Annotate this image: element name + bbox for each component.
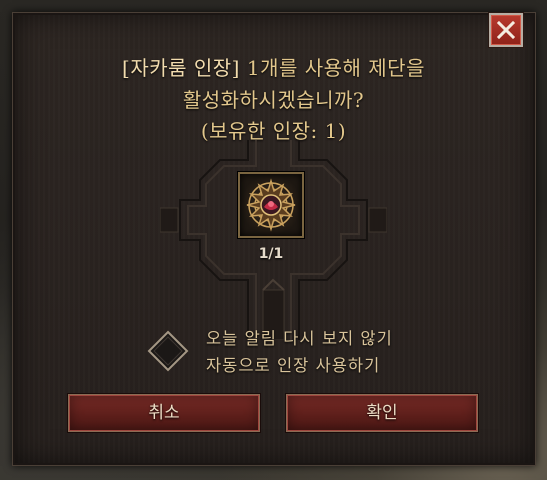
seal-item-name: [자카룸 인장]	[122, 56, 240, 80]
altar-emblem-ornament	[160, 140, 387, 340]
diamond-checkbox-icon	[147, 330, 189, 372]
prompt-line-1: [자카룸 인장] 1개를 사용해 제단을	[0, 52, 547, 81]
confirm-button[interactable]: 확인	[286, 394, 478, 432]
option-label-auto-use[interactable]: 자동으로 인장 사용하기	[206, 352, 380, 376]
prompt-rest: 1개를 사용해 제단을	[239, 56, 425, 80]
seal-count: 1/1	[258, 246, 284, 262]
zakarum-seal-slot[interactable]	[238, 172, 304, 238]
close-icon	[497, 21, 515, 39]
option-label-dont-show[interactable]: 오늘 알림 다시 보지 않기	[206, 325, 393, 349]
cancel-button[interactable]: 취소	[68, 394, 260, 432]
dont-show-today-checkbox[interactable]	[147, 330, 189, 372]
close-button[interactable]	[489, 13, 523, 47]
zakarum-seal-icon	[246, 178, 296, 232]
prompt-line-2: 활성화하시겠습니까?	[182, 88, 365, 112]
